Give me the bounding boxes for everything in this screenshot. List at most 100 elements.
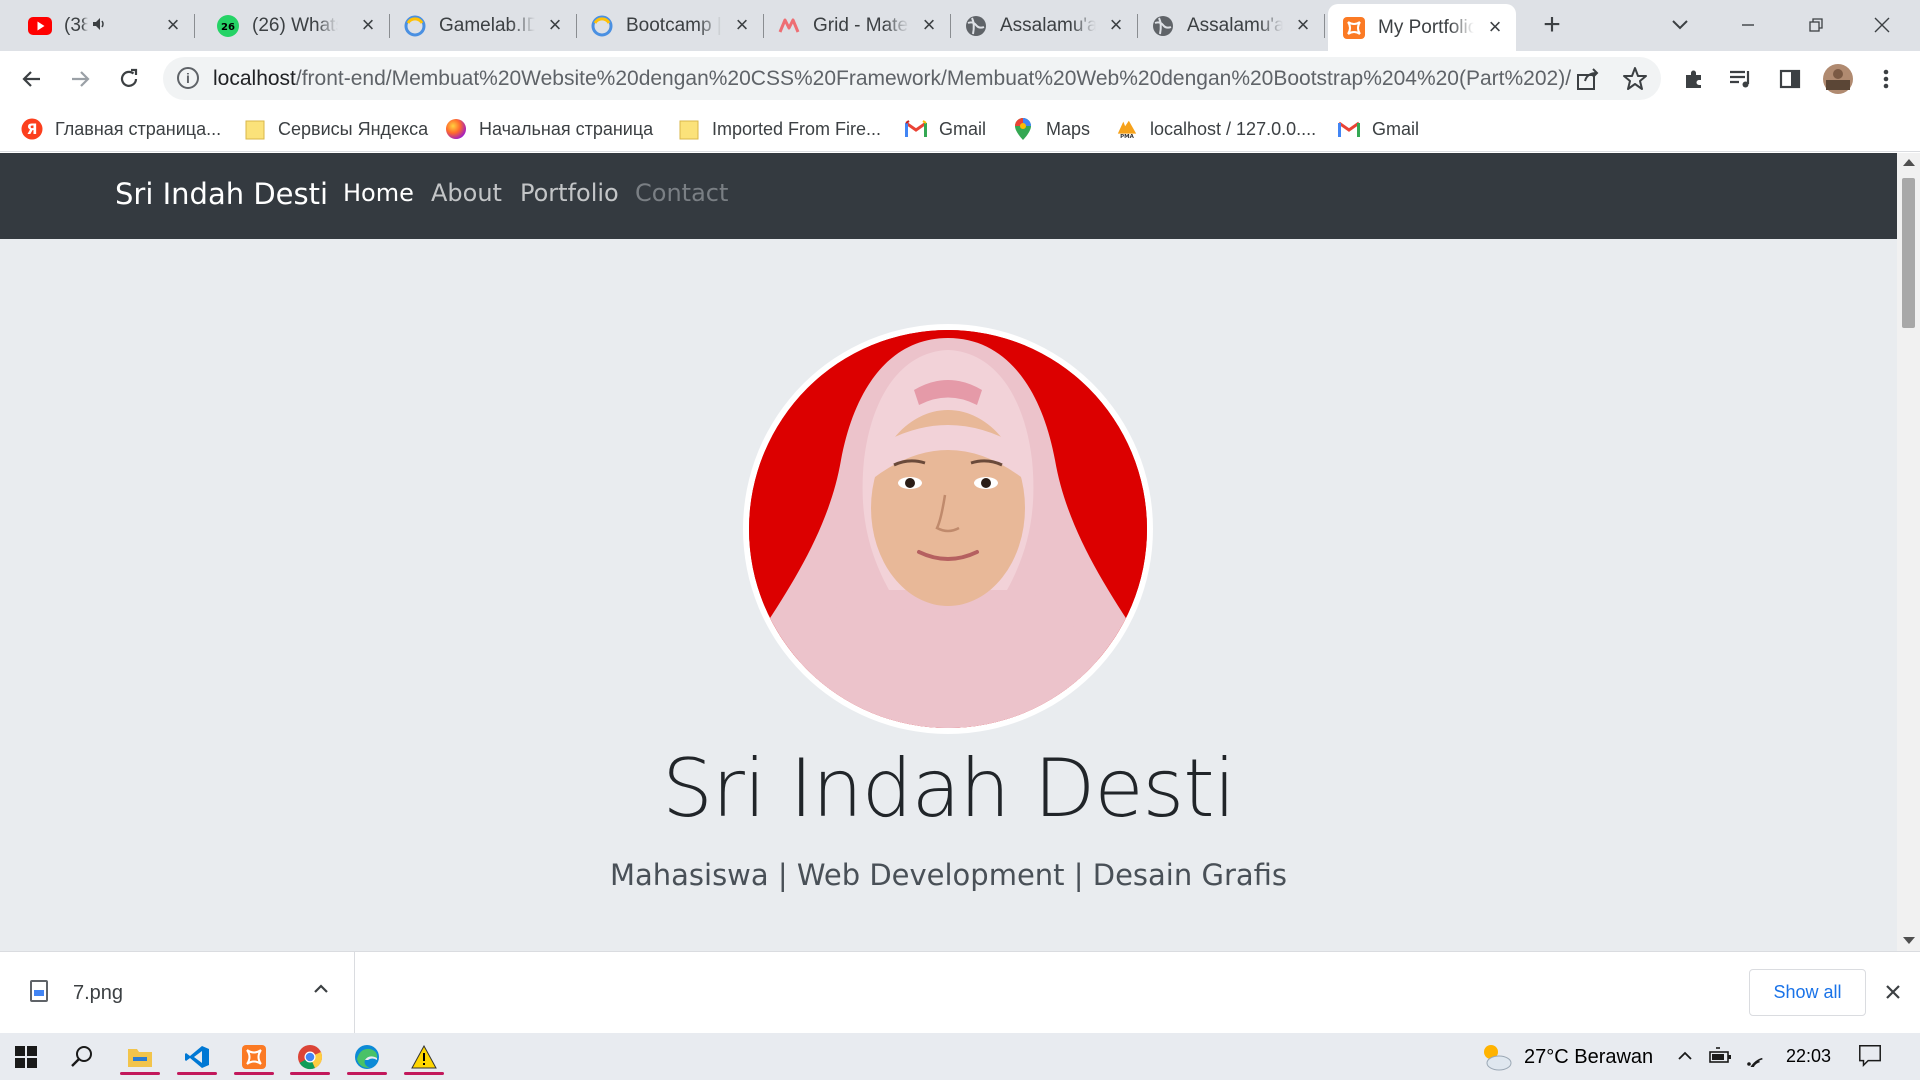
bookmark-yandex-main[interactable]: Я Главная страница... — [21, 115, 221, 143]
bookmark-yandex-services[interactable]: Сервисы Яндекса — [244, 115, 428, 143]
forward-icon[interactable] — [64, 63, 96, 95]
media-queue-icon[interactable] — [1725, 63, 1757, 95]
page-scrollbar[interactable] — [1897, 153, 1920, 951]
close-tab-icon[interactable]: × — [544, 14, 566, 36]
chrome-icon[interactable] — [290, 1039, 330, 1075]
minimize-button[interactable] — [1718, 5, 1778, 45]
close-tab-icon[interactable]: × — [918, 14, 940, 36]
download-shelf: 7.png Show all — [0, 951, 1920, 1034]
bookmark-phpmyadmin[interactable]: PMA localhost / 127.0.0.... — [1116, 115, 1316, 143]
bookmark-maps[interactable]: Maps — [1012, 115, 1090, 143]
tab-assalamu-2[interactable]: Assalamu'a × — [1137, 0, 1325, 51]
bookmark-imported-firefox[interactable]: Imported From Fire... — [678, 115, 881, 143]
bookmark-label: Imported From Fire... — [712, 118, 882, 139]
globe-icon — [964, 14, 988, 38]
tab-title: Grid - Mate — [813, 14, 909, 36]
taskbar-clock[interactable]: 22:03 — [1786, 1046, 1831, 1067]
xampp-icon — [1342, 16, 1366, 40]
speaker-icon[interactable] — [92, 17, 108, 35]
bookmark-label: Главная страница... — [55, 118, 222, 139]
notifications-icon[interactable] — [1857, 1042, 1883, 1068]
tab-assalamu-1[interactable]: Assalamu'a × — [950, 0, 1138, 51]
menu-icon[interactable] — [1870, 63, 1902, 95]
chevron-up-icon[interactable] — [1672, 1043, 1698, 1069]
reload-icon[interactable] — [113, 63, 145, 95]
edge-icon[interactable] — [347, 1039, 387, 1075]
share-icon[interactable] — [1575, 66, 1601, 97]
tab-title: (26) WhatsA — [252, 14, 338, 36]
tab-divider — [1324, 14, 1325, 38]
tab-my-portfolio[interactable]: My Portfolio × — [1328, 4, 1516, 51]
nav-link-portfolio[interactable]: Portfolio — [520, 179, 619, 207]
tab-search-icon[interactable] — [1665, 10, 1695, 40]
navbar-brand[interactable]: Sri Indah Desti — [115, 177, 328, 211]
close-tab-icon[interactable]: × — [1105, 14, 1127, 36]
file-explorer-icon[interactable] — [120, 1039, 160, 1075]
close-tab-icon[interactable]: × — [162, 14, 184, 36]
nav-link-contact[interactable]: Contact — [635, 179, 728, 207]
hero-subtitle: Mahasiswa | Web Development | Desain Gra… — [609, 858, 1288, 892]
close-tab-icon[interactable]: × — [1484, 16, 1506, 38]
tab-title: Assalamu'a — [1000, 14, 1096, 36]
close-download-shelf-icon[interactable] — [1879, 978, 1907, 1006]
tab-bootcamp[interactable]: Bootcamp | × — [576, 0, 764, 51]
chevron-up-icon[interactable] — [310, 978, 332, 1000]
download-file-name: 7.png — [73, 982, 124, 1004]
tab-whatsapp[interactable]: 26 (26) WhatsA × — [202, 0, 390, 51]
bookmark-star-icon[interactable] — [1622, 66, 1648, 97]
profile-avatar[interactable] — [1822, 63, 1854, 95]
gamelab-icon — [403, 14, 427, 38]
bookmark-start-page[interactable]: Начальная страница — [445, 115, 653, 143]
site-info-icon[interactable]: i — [177, 67, 199, 89]
weather-text[interactable]: 27°C Berawan — [1524, 1046, 1653, 1069]
gamelab-icon — [590, 14, 614, 38]
tab-title: Bootcamp | — [626, 14, 722, 36]
profile-photo-frame — [743, 324, 1153, 734]
close-window-button[interactable] — [1852, 5, 1912, 45]
nav-link-home[interactable]: Home — [343, 179, 414, 207]
download-item[interactable]: 7.png — [0, 952, 355, 1034]
active-app-indicator — [234, 1072, 274, 1075]
site-navbar: Sri Indah Desti Home About Portfolio Con… — [0, 153, 1897, 239]
extensions-icon[interactable] — [1678, 63, 1710, 95]
xampp-icon[interactable] — [234, 1039, 274, 1075]
close-tab-icon[interactable]: × — [1292, 14, 1314, 36]
tab-materialize[interactable]: Grid - Mate × — [763, 0, 951, 51]
back-icon[interactable] — [16, 63, 48, 95]
svg-text:PMA: PMA — [1120, 134, 1135, 140]
windows-start-icon[interactable] — [6, 1039, 46, 1075]
warning-icon[interactable] — [404, 1039, 444, 1075]
weather-cloud-sun-icon[interactable] — [1478, 1041, 1514, 1078]
tab-youtube[interactable]: (383) M × — [14, 0, 195, 51]
close-tab-icon[interactable]: × — [731, 14, 753, 36]
nav-link-about[interactable]: About — [431, 179, 502, 207]
side-panel-icon[interactable] — [1774, 63, 1806, 95]
firefox-icon — [445, 118, 467, 140]
hero-name: Sri Indah Desti — [662, 742, 1236, 835]
svg-text:26: 26 — [221, 22, 235, 33]
wifi-icon[interactable] — [1743, 1043, 1769, 1069]
restore-button[interactable] — [1786, 5, 1846, 45]
phpmyadmin-icon: PMA — [1116, 118, 1138, 140]
battery-icon[interactable] — [1708, 1043, 1734, 1069]
show-all-button[interactable]: Show all — [1749, 969, 1866, 1016]
bookmark-label: Gmail — [939, 118, 987, 139]
scrollbar-thumb[interactable] — [1902, 178, 1915, 328]
scroll-up-arrow-icon[interactable] — [1903, 159, 1915, 166]
folder-icon — [678, 118, 700, 140]
tab-gamelab[interactable]: Gamelab.ID × — [389, 0, 577, 51]
active-app-indicator — [290, 1072, 330, 1075]
bookmark-label: Сервисы Яндекса — [278, 118, 429, 139]
search-icon[interactable] — [62, 1039, 102, 1075]
bookmark-gmail-1[interactable]: Gmail — [905, 115, 986, 143]
close-tab-icon[interactable]: × — [357, 14, 379, 36]
scroll-down-arrow-icon[interactable] — [1903, 937, 1915, 944]
vscode-icon[interactable] — [177, 1039, 217, 1075]
gmail-icon — [1338, 118, 1360, 140]
folder-icon — [244, 118, 266, 140]
address-bar[interactable]: i localhost/front-end/Membuat%20Website%… — [163, 57, 1661, 100]
bookmark-gmail-2[interactable]: Gmail — [1338, 115, 1419, 143]
bookmark-label: localhost / 127.0.0.... — [1150, 118, 1317, 139]
new-tab-button[interactable]: + — [1536, 10, 1568, 42]
active-app-indicator — [347, 1072, 387, 1075]
